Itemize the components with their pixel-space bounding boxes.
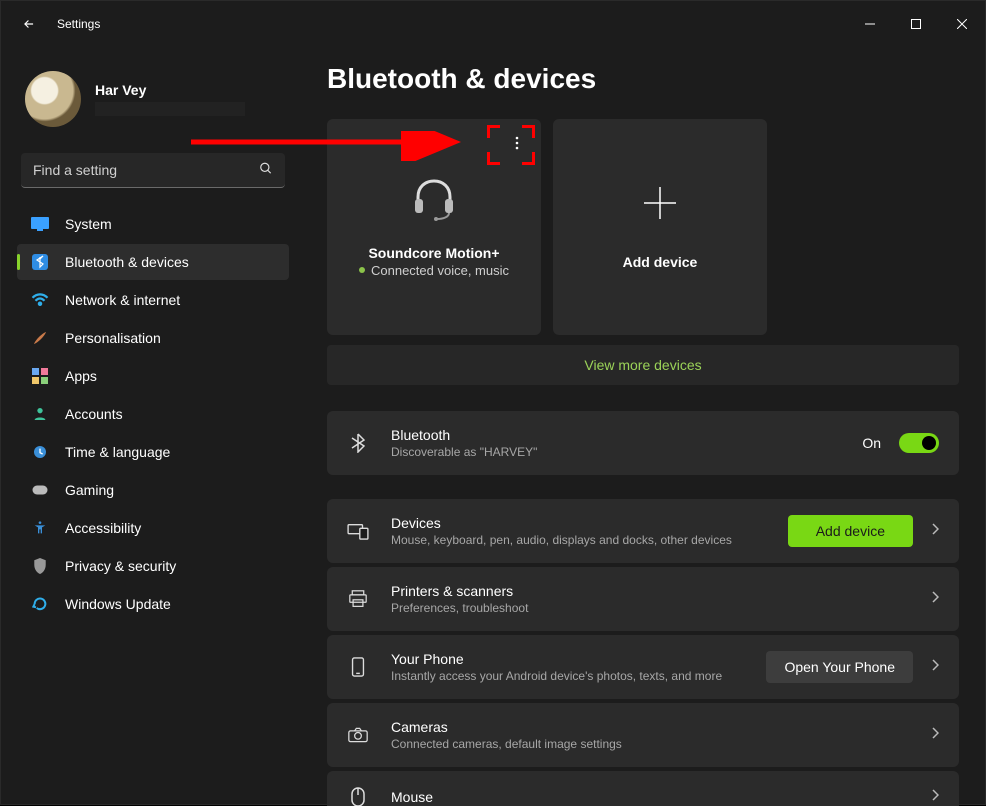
- gamepad-icon: [31, 481, 49, 499]
- nav-time[interactable]: Time & language: [17, 434, 289, 470]
- nav-gaming[interactable]: Gaming: [17, 472, 289, 508]
- profile-name: Har Vey: [95, 82, 245, 98]
- bluetooth-icon: [31, 253, 49, 271]
- settings-window: Settings Har Vey System: [0, 0, 986, 805]
- mouse-icon: [347, 787, 369, 806]
- more-vertical-icon: [515, 136, 519, 150]
- profile-block[interactable]: Har Vey: [17, 57, 289, 145]
- camera-icon: [347, 727, 369, 743]
- chevron-right-icon: [931, 726, 939, 744]
- nav-label: Personalisation: [65, 330, 161, 346]
- device-name: Soundcore Motion+: [368, 245, 499, 261]
- view-more-link[interactable]: View more devices: [327, 345, 959, 385]
- maximize-button[interactable]: [893, 8, 939, 40]
- titlebar: Settings: [1, 1, 985, 47]
- window-controls: [847, 8, 985, 40]
- cameras-row[interactable]: Cameras Connected cameras, default image …: [327, 703, 959, 767]
- add-device-label: Add device: [623, 254, 698, 270]
- minimize-button[interactable]: [847, 8, 893, 40]
- nav-label: Privacy & security: [65, 558, 176, 574]
- nav-label: Apps: [65, 368, 97, 384]
- row-subtitle: Connected cameras, default image setting…: [391, 737, 909, 751]
- accessibility-icon: [31, 519, 49, 537]
- brush-icon: [31, 329, 49, 347]
- nav-system[interactable]: System: [17, 206, 289, 242]
- nav-label: Time & language: [65, 444, 170, 460]
- mouse-row[interactable]: Mouse: [327, 771, 959, 806]
- headset-icon: [410, 177, 458, 221]
- search-icon: [259, 161, 273, 180]
- wifi-icon: [31, 291, 49, 309]
- nav-list: System Bluetooth & devices Network & int…: [17, 206, 289, 622]
- nav-accounts[interactable]: Accounts: [17, 396, 289, 432]
- device-tiles: Soundcore Motion+ Connected voice, music…: [327, 119, 959, 335]
- phone-row[interactable]: Your Phone Instantly access your Android …: [327, 635, 959, 699]
- chevron-right-icon: [931, 590, 939, 608]
- chevron-right-icon: [931, 658, 939, 676]
- device-tile[interactable]: Soundcore Motion+ Connected voice, music: [327, 119, 541, 335]
- bluetooth-icon: [347, 433, 369, 453]
- profile-sub: [95, 102, 245, 116]
- nav-label: System: [65, 216, 112, 232]
- devices-icon: [347, 522, 369, 540]
- row-title: Mouse: [391, 789, 909, 805]
- add-device-tile[interactable]: Add device: [553, 119, 767, 335]
- chevron-right-icon: [931, 788, 939, 806]
- plus-icon: [642, 185, 678, 226]
- nav-personalisation[interactable]: Personalisation: [17, 320, 289, 356]
- nav-label: Network & internet: [65, 292, 180, 308]
- nav-label: Accessibility: [65, 520, 141, 536]
- device-status: Connected voice, music: [359, 263, 509, 278]
- shield-icon: [31, 557, 49, 575]
- nav-privacy[interactable]: Privacy & security: [17, 548, 289, 584]
- row-title: Printers & scanners: [391, 583, 909, 599]
- main-content: Bluetooth & devices Soundcore Motion+ Co…: [301, 47, 985, 806]
- add-device-button[interactable]: Add device: [788, 515, 913, 547]
- search-input[interactable]: [21, 153, 285, 188]
- nav-bluetooth[interactable]: Bluetooth & devices: [17, 244, 289, 280]
- nav-label: Gaming: [65, 482, 114, 498]
- nav-accessibility[interactable]: Accessibility: [17, 510, 289, 546]
- bluetooth-row[interactable]: Bluetooth Discoverable as "HARVEY" On: [327, 411, 959, 475]
- printer-icon: [347, 590, 369, 608]
- nav-network[interactable]: Network & internet: [17, 282, 289, 318]
- back-button[interactable]: [19, 14, 39, 34]
- nav-label: Bluetooth & devices: [65, 254, 189, 270]
- row-title: Cameras: [391, 719, 909, 735]
- row-subtitle: Mouse, keyboard, pen, audio, displays an…: [391, 533, 766, 547]
- update-icon: [31, 595, 49, 613]
- monitor-icon: [31, 215, 49, 233]
- window-title: Settings: [57, 17, 100, 31]
- nav-update[interactable]: Windows Update: [17, 586, 289, 622]
- devices-row[interactable]: Devices Mouse, keyboard, pen, audio, disp…: [327, 499, 959, 563]
- sidebar: Har Vey System Bluetooth & devices Netwo…: [1, 47, 301, 806]
- close-button[interactable]: [939, 8, 985, 40]
- nav-label: Accounts: [65, 406, 123, 422]
- device-more-button[interactable]: [507, 133, 527, 153]
- nav-apps[interactable]: Apps: [17, 358, 289, 394]
- row-subtitle: Instantly access your Android device's p…: [391, 669, 744, 683]
- row-subtitle: Preferences, troubleshoot: [391, 601, 909, 615]
- toggle-label: On: [862, 435, 881, 451]
- avatar: [25, 71, 81, 127]
- row-subtitle: Discoverable as "HARVEY": [391, 445, 840, 459]
- page-title: Bluetooth & devices: [327, 63, 959, 95]
- row-title: Devices: [391, 515, 766, 531]
- open-phone-button[interactable]: Open Your Phone: [766, 651, 913, 683]
- nav-label: Windows Update: [65, 596, 171, 612]
- apps-icon: [31, 367, 49, 385]
- row-title: Bluetooth: [391, 427, 840, 443]
- phone-icon: [347, 657, 369, 677]
- chevron-right-icon: [931, 522, 939, 540]
- search-wrap: [21, 153, 285, 188]
- printers-row[interactable]: Printers & scanners Preferences, troubles…: [327, 567, 959, 631]
- clock-icon: [31, 443, 49, 461]
- row-title: Your Phone: [391, 651, 744, 667]
- status-dot-icon: [359, 267, 365, 273]
- bluetooth-toggle[interactable]: [899, 433, 939, 453]
- person-icon: [31, 405, 49, 423]
